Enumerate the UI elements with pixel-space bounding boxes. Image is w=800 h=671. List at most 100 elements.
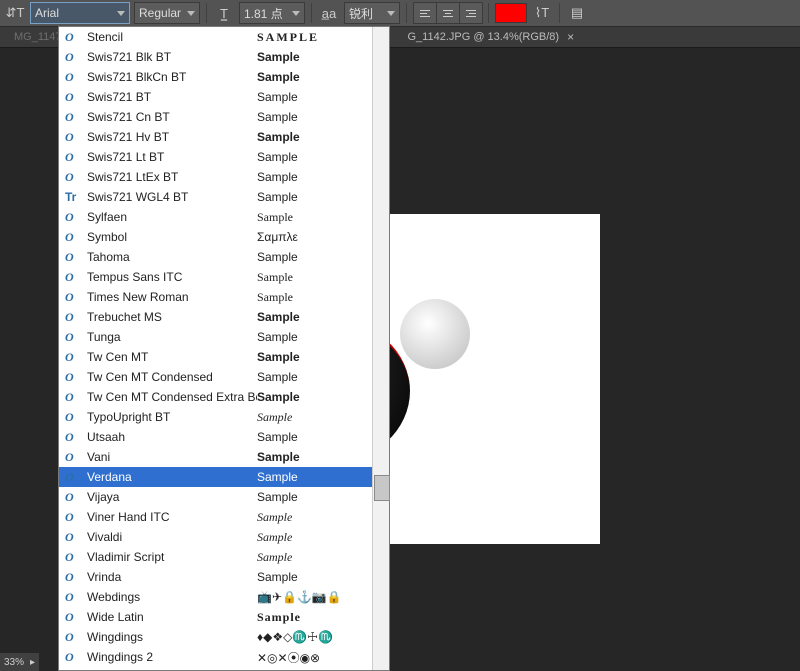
font-name: Swis721 BlkCn BT	[87, 70, 257, 84]
opentype-icon: O	[65, 590, 81, 604]
font-family-select[interactable]: Arial	[30, 2, 130, 24]
font-name: Symbol	[87, 230, 257, 244]
font-preview: Σαμπλε	[257, 230, 298, 244]
text-align-group	[413, 2, 482, 24]
font-family-value: Arial	[35, 6, 59, 20]
font-option[interactable]: OViner Hand ITCSample	[59, 507, 372, 527]
font-name: Tahoma	[87, 250, 257, 264]
scrollbar[interactable]	[372, 27, 389, 670]
font-name: Stencil	[87, 30, 257, 44]
opentype-icon: O	[65, 450, 81, 464]
font-option[interactable]: OSwis721 Cn BTSample	[59, 107, 372, 127]
text-color-swatch[interactable]	[495, 3, 527, 23]
tab-label: MG_1147	[14, 31, 62, 43]
chevron-down-icon	[187, 11, 195, 16]
font-option[interactable]: OTw Cen MT CondensedSample	[59, 367, 372, 387]
font-name: Wide Latin	[87, 610, 257, 624]
font-option[interactable]: OSwis721 BlkCn BTSample	[59, 67, 372, 87]
font-option[interactable]: OVaniSample	[59, 447, 372, 467]
font-preview: Sample	[257, 110, 298, 124]
font-dropdown: OStencilSAMPLEOSwis721 Blk BTSampleOSwis…	[58, 26, 390, 671]
font-preview: Sample	[257, 390, 300, 404]
font-option[interactable]: OWingdings 2✕◎✕⦿◉⊗	[59, 647, 372, 667]
antialias-select[interactable]: 锐利	[344, 2, 400, 24]
font-size-select[interactable]: 1.81 点	[239, 2, 305, 24]
font-option[interactable]: OTungaSample	[59, 327, 372, 347]
opentype-icon: O	[65, 550, 81, 564]
font-option[interactable]: OTempus Sans ITCSample	[59, 267, 372, 287]
align-center-button[interactable]	[436, 2, 460, 24]
font-option[interactable]: OTrebuchet MSSample	[59, 307, 372, 327]
font-option[interactable]: OVijayaSample	[59, 487, 372, 507]
font-option[interactable]: OSwis721 Blk BTSample	[59, 47, 372, 67]
opentype-icon: O	[65, 390, 81, 404]
font-option[interactable]: OUtsaahSample	[59, 427, 372, 447]
zoom-level[interactable]: 33%	[4, 657, 24, 668]
truetype-icon: Tr	[65, 190, 81, 204]
font-preview: Sample	[257, 490, 298, 504]
font-option[interactable]: OWingdings♦◆❖◇♏☩♏	[59, 627, 372, 647]
font-option[interactable]: OSylfaenSample	[59, 207, 372, 227]
font-option[interactable]: TrSwis721 WGL4 BTSample	[59, 187, 372, 207]
align-right-button[interactable]	[459, 2, 483, 24]
chevron-down-icon	[292, 11, 300, 16]
font-option[interactable]: OWebdings📺✈🔒⚓📷🔒	[59, 587, 372, 607]
font-preview: Sample	[257, 270, 293, 285]
chevron-right-icon[interactable]: ▸	[30, 657, 35, 668]
font-option[interactable]: OVladimir ScriptSample	[59, 547, 372, 567]
font-option[interactable]: OSymbolΣαμπλε	[59, 227, 372, 247]
font-preview: ✕◎✕⦿◉⊗	[257, 649, 320, 666]
opentype-icon: O	[65, 130, 81, 144]
opentype-icon: O	[65, 610, 81, 624]
font-option[interactable]: OSwis721 LtEx BTSample	[59, 167, 372, 187]
close-icon[interactable]: ×	[567, 30, 574, 44]
font-name: Swis721 BT	[87, 90, 257, 104]
panel-toggle-icon[interactable]: ▤	[566, 2, 588, 24]
font-style-select[interactable]: Regular	[134, 2, 200, 24]
font-name: Vani	[87, 450, 257, 464]
font-name: Swis721 WGL4 BT	[87, 190, 257, 204]
opentype-icon: O	[65, 210, 81, 224]
opentype-icon: O	[65, 530, 81, 544]
font-option[interactable]: O Tw Cen MTSample	[59, 347, 372, 367]
opentype-icon: O	[65, 110, 81, 124]
opentype-icon: O	[65, 90, 81, 104]
font-name: Verdana	[87, 470, 257, 484]
scrollbar-thumb[interactable]	[374, 475, 390, 501]
warp-text-icon[interactable]: ⌇T	[531, 2, 553, 24]
text-options-toolbar: ⇵T Arial Regular T͇ 1.81 点 a̲a 锐利 ⌇T ▤	[0, 0, 800, 27]
font-name: Vijaya	[87, 490, 257, 504]
font-option[interactable]: OSwis721 Hv BTSample	[59, 127, 372, 147]
font-option[interactable]: OTimes New RomanSample	[59, 287, 372, 307]
font-preview: Sample	[257, 250, 298, 264]
font-option[interactable]: OVerdanaSample	[59, 467, 372, 487]
separator	[406, 3, 407, 23]
font-option[interactable]: OTw Cen MT Condensed Extra BoldSample	[59, 387, 372, 407]
opentype-icon: O	[65, 650, 81, 664]
font-option[interactable]: OStencilSAMPLE	[59, 27, 372, 47]
font-name: TypoUpright BT	[87, 410, 257, 424]
font-list[interactable]: OStencilSAMPLEOSwis721 Blk BTSampleOSwis…	[59, 27, 372, 670]
font-preview: Sample	[257, 310, 300, 324]
align-left-button[interactable]	[413, 2, 437, 24]
font-option[interactable]: OSwis721 Lt BTSample	[59, 147, 372, 167]
font-preview: Sample	[257, 350, 300, 364]
font-preview: Sample	[257, 570, 298, 584]
font-name: Utsaah	[87, 430, 257, 444]
orientation-toggle-icon[interactable]: ⇵T	[4, 2, 26, 24]
font-name: Sylfaen	[87, 210, 257, 224]
font-name: Tw Cen MT	[87, 350, 257, 364]
font-preview: 📺✈🔒⚓📷🔒	[257, 590, 342, 604]
font-option[interactable]: OVivaldiSample	[59, 527, 372, 547]
font-option[interactable]: OTahomaSample	[59, 247, 372, 267]
font-option[interactable]: O Wide LatinSample	[59, 607, 372, 627]
opentype-icon: O	[65, 350, 81, 364]
document-tab[interactable]: G_1142.JPG @ 13.4%(RGB/8) ×	[400, 27, 583, 47]
font-preview: Sample	[257, 290, 293, 305]
font-name: Trebuchet MS	[87, 310, 257, 324]
font-preview: Sample	[257, 610, 301, 625]
font-name: Vladimir Script	[87, 550, 257, 564]
font-option[interactable]: OVrindaSample	[59, 567, 372, 587]
font-option[interactable]: OSwis721 BTSample	[59, 87, 372, 107]
font-option[interactable]: OTypoUpright BTSample	[59, 407, 372, 427]
